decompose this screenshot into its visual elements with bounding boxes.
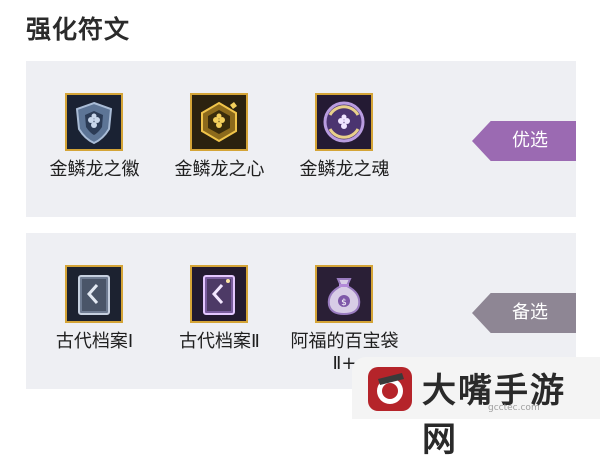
rune-label: 古代档案Ⅱ: [179, 331, 260, 352]
treasure-bag-icon: $: [315, 265, 373, 323]
alternative-tag: 备选: [472, 293, 576, 333]
dragon-soul-icon: [315, 93, 373, 151]
svg-text:$: $: [341, 298, 347, 308]
rune-label: 古代档案Ⅰ: [55, 331, 134, 352]
page-title: 强化符文: [26, 15, 131, 44]
ancient-tome-rare-icon: [190, 265, 248, 323]
dragon-heart-icon: [190, 93, 248, 151]
dragon-shield-icon: [65, 93, 123, 151]
watermark-logo-icon: [368, 367, 412, 411]
ancient-tome-icon: [65, 265, 123, 323]
rune-label: 金鳞龙之心: [174, 159, 265, 180]
preferred-tag: 优选: [472, 121, 576, 161]
rune-label: 金鳞龙之魂: [299, 159, 390, 180]
watermark: 大嘴手游网: [352, 357, 600, 460]
rune-label: 金鳞龙之徽: [49, 159, 140, 180]
watermark-url: gcctec.com: [488, 403, 540, 413]
preferred-runes-panel: 金鳞龙之徽 金鳞龙之心 金鳞龙之魂 优选: [26, 61, 576, 217]
